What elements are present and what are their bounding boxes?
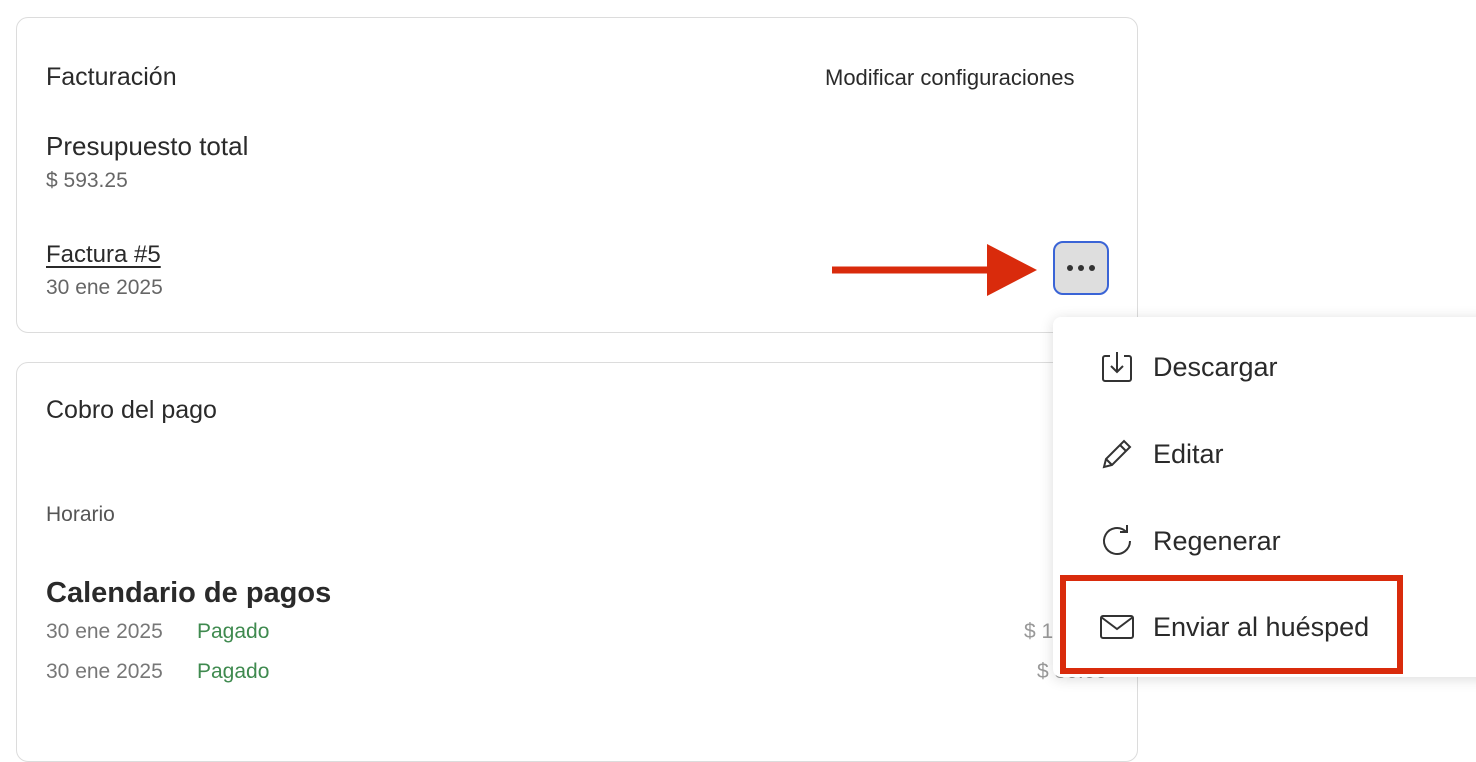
invoice-date: 30 ene 2025 — [46, 276, 163, 299]
schedule-label: Horario — [46, 503, 115, 526]
more-options-button[interactable] — [1053, 241, 1109, 295]
schedule-status: Pagado — [197, 620, 270, 643]
menu-item-regenerate[interactable]: Regenerar — [1053, 511, 1473, 571]
schedule-amount: $ 1 — [1024, 620, 1054, 643]
menu-item-label: Descargar — [1153, 351, 1278, 382]
annotation-arrow-icon — [832, 244, 1037, 296]
more-dot — [1067, 265, 1073, 271]
payment-card: Cobro del pago Horario Calendario de pag… — [16, 362, 1138, 762]
pencil-icon — [1097, 434, 1137, 474]
billing-title: Facturación — [46, 63, 177, 91]
invoice-link[interactable]: Factura #5 — [46, 241, 161, 269]
modify-settings-link[interactable]: Modificar configuraciones — [825, 65, 1074, 91]
schedule-date: 30 ene 2025 — [46, 660, 163, 683]
payment-title: Cobro del pago — [46, 396, 217, 424]
more-dot — [1078, 265, 1084, 271]
annotation-highlight-box — [1060, 575, 1403, 674]
more-dot — [1089, 265, 1095, 271]
refresh-icon — [1097, 521, 1137, 561]
menu-item-edit[interactable]: Editar — [1053, 424, 1473, 484]
download-icon — [1097, 347, 1137, 387]
menu-item-download[interactable]: Descargar — [1053, 337, 1473, 397]
menu-item-label: Editar — [1153, 438, 1224, 469]
schedule-status: Pagado — [197, 660, 270, 683]
menu-item-label: Regenerar — [1153, 525, 1281, 556]
calendar-title: Calendario de pagos — [46, 577, 332, 609]
total-budget-value: $ 593.25 — [46, 169, 128, 192]
total-budget-label: Presupuesto total — [46, 131, 249, 161]
schedule-date: 30 ene 2025 — [46, 620, 163, 643]
